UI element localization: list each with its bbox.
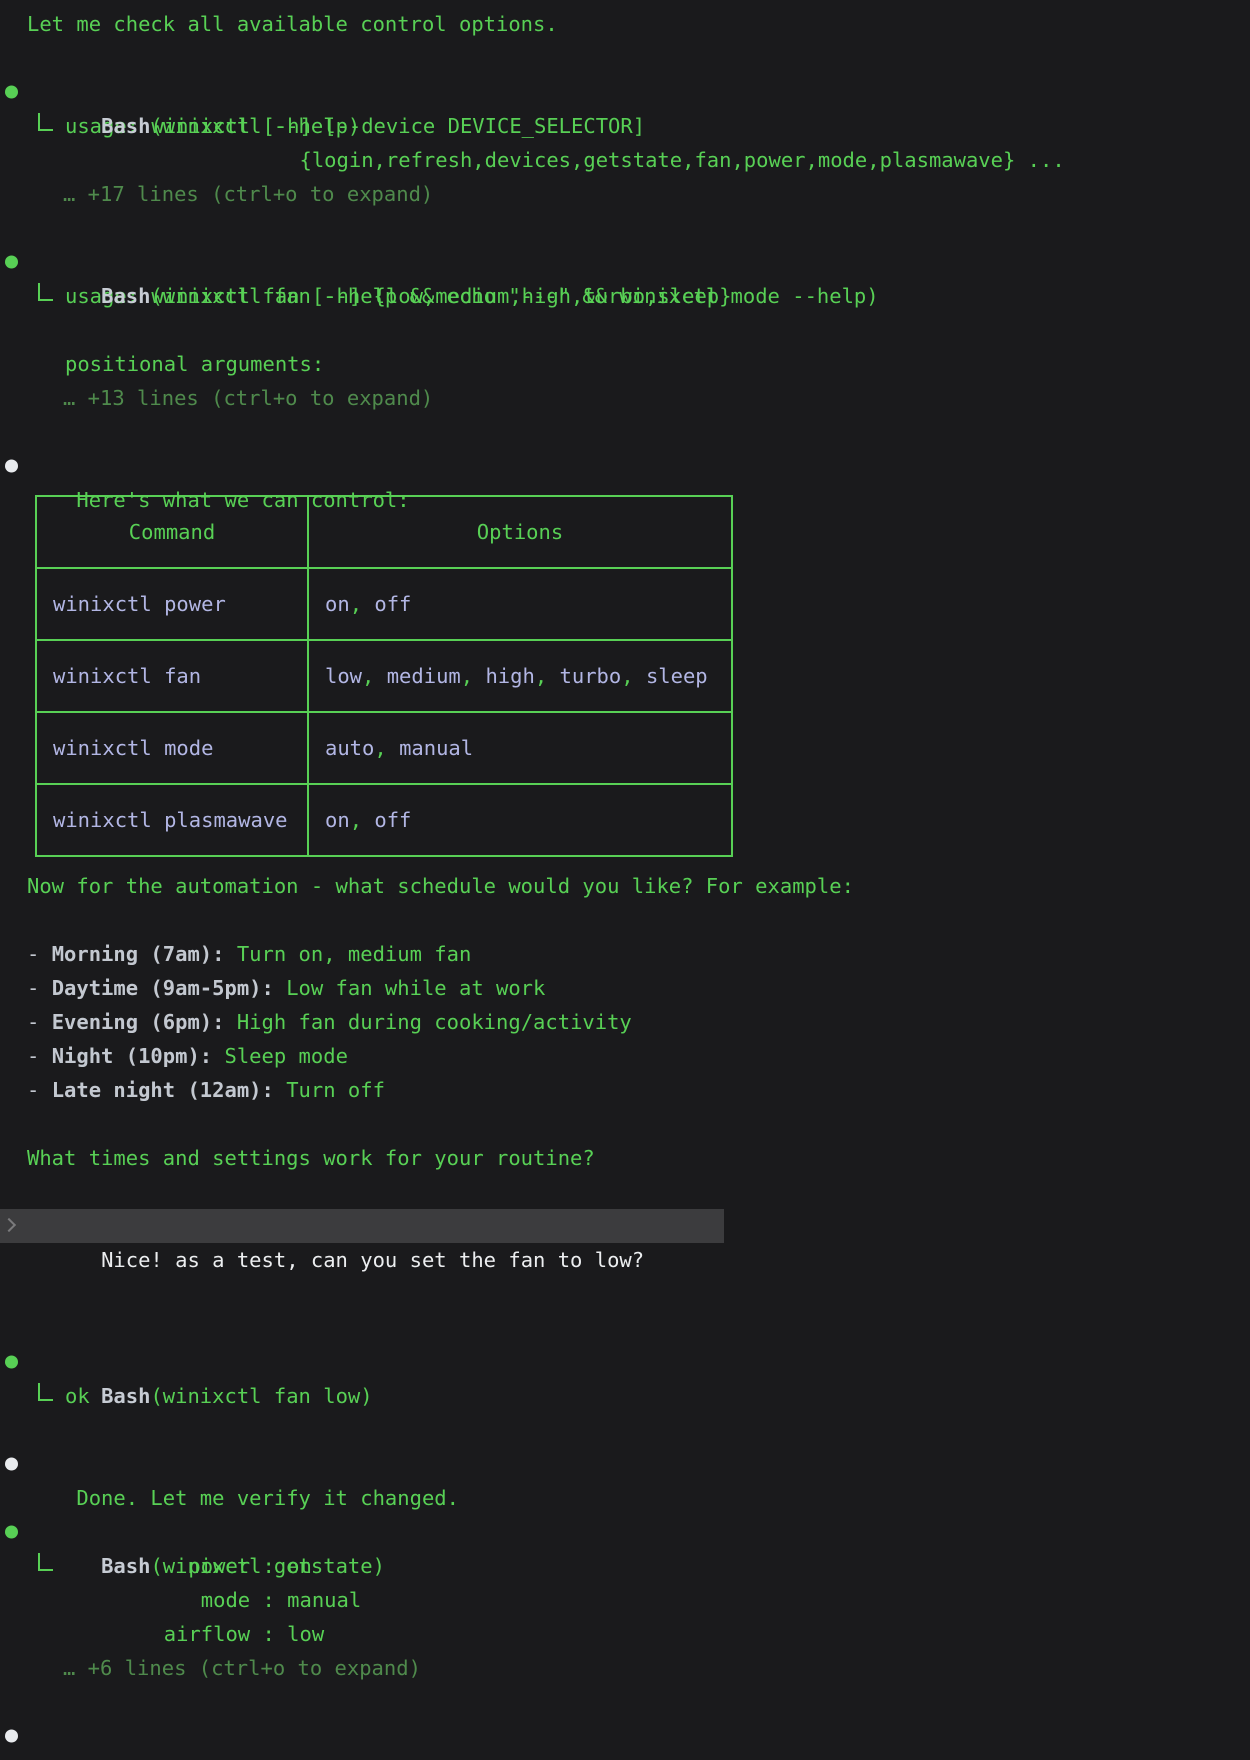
control-options-table: Command Options winixctl poweron, offwin… xyxy=(35,495,733,857)
expand-hint: … +17 lines (ctrl+o to expand) xyxy=(63,177,1250,211)
schedule-item: - Late night (12am): Turn off xyxy=(0,1073,1250,1107)
command-cell: winixctl fan xyxy=(36,640,308,712)
schedule-item-label: Night (10pm): xyxy=(52,1044,225,1068)
tool-status-icon xyxy=(5,1526,18,1539)
tool-name: Bash xyxy=(101,1384,150,1408)
text-bullet-icon xyxy=(5,460,18,473)
schedule-item-desc: Sleep mode xyxy=(224,1044,347,1068)
options-cell: on, off xyxy=(308,568,732,640)
schedule-item: - Morning (7am): Turn on, medium fan xyxy=(0,937,1250,971)
tool-command: (winixctl --help) xyxy=(150,114,360,138)
assistant-done-text: Done. Let me verify it changed. xyxy=(0,1447,1250,1481)
tool-call-bash-fan-mode-help: Bash(winixctl fan --help && echo "---" &… xyxy=(0,245,1250,415)
table-row: winixctl fanlow, medium, high, turbo, sl… xyxy=(36,640,732,712)
options-cell: low, medium, high, turbo, sleep xyxy=(308,640,732,712)
text-bullet-icon xyxy=(5,1458,18,1471)
tool-status-icon xyxy=(5,86,18,99)
schedule-item-desc: High fan during cooking/activity xyxy=(237,1010,632,1034)
options-cell: auto, manual xyxy=(308,712,732,784)
user-message-text: Nice! as a test, can you set the fan to … xyxy=(101,1248,644,1272)
schedule-item: - Evening (6pm): High fan during cooking… xyxy=(0,1005,1250,1039)
terminal-transcript: Let me check all available control optio… xyxy=(0,0,1250,1760)
expand-hint: … +6 lines (ctrl+o to expand) xyxy=(63,1651,1250,1685)
table-row: winixctl plasmawaveon, off xyxy=(36,784,732,856)
assistant-routine-question: What times and settings work for your ro… xyxy=(0,1141,1250,1175)
tool-command: (winixctl fan --help && echo "---" && wi… xyxy=(150,284,878,308)
assistant-intro-text: Let me check all available control optio… xyxy=(0,7,1250,41)
command-cell: winixctl plasmawave xyxy=(36,784,308,856)
table-row: winixctl poweron, off xyxy=(36,568,732,640)
assistant-heres-text: Here's what we can control: xyxy=(0,449,1250,483)
assistant-automation-question: Now for the automation - what schedule w… xyxy=(0,869,1250,903)
command-cell: winixctl mode xyxy=(36,712,308,784)
list-dash: - xyxy=(27,1044,52,1068)
schedule-item-label: Morning (7am): xyxy=(52,942,237,966)
schedule-item: - Daytime (9am-5pm): Low fan while at wo… xyxy=(0,971,1250,1005)
control-table-body: winixctl poweron, offwinixctl fanlow, me… xyxy=(36,568,732,856)
schedule-item-desc: Low fan while at work xyxy=(286,976,545,1000)
schedule-item-label: Late night (12am): xyxy=(52,1078,287,1102)
list-dash: - xyxy=(27,1010,52,1034)
tool-status-icon xyxy=(5,256,18,269)
tool-status-icon xyxy=(5,1356,18,1369)
user-message: Nice! as a test, can you set the fan to … xyxy=(0,1209,724,1243)
list-dash: - xyxy=(27,1078,52,1102)
list-dash: - xyxy=(27,976,52,1000)
schedule-item-desc: Turn off xyxy=(286,1078,385,1102)
options-cell: on, off xyxy=(308,784,732,856)
tool-call-bash-help: Bash(winixctl --help) usage: winixctl [-… xyxy=(0,75,1250,211)
schedule-list: - Morning (7am): Turn on, medium fan- Da… xyxy=(0,937,1250,1107)
table-row: winixctl modeauto, manual xyxy=(36,712,732,784)
tool-name: Bash xyxy=(101,284,150,308)
tool-command: (winixctl getstate) xyxy=(150,1554,385,1578)
schedule-item-desc: Turn on, medium fan xyxy=(237,942,472,966)
expand-hint: … +13 lines (ctrl+o to expand) xyxy=(63,381,1250,415)
user-prompt-icon xyxy=(2,1218,16,1232)
schedule-item-label: Daytime (9am-5pm): xyxy=(52,976,287,1000)
text-bullet-icon xyxy=(5,1730,18,1743)
tool-name: Bash xyxy=(101,1554,150,1578)
schedule-item-label: Evening (6pm): xyxy=(52,1010,237,1034)
tool-call-bash-getstate: Bash(winixctl getstate) power : on mode … xyxy=(0,1515,1250,1685)
command-cell: winixctl power xyxy=(36,568,308,640)
schedule-item: - Night (10pm): Sleep mode xyxy=(0,1039,1250,1073)
tool-name: Bash xyxy=(101,114,150,138)
list-dash: - xyxy=(27,942,52,966)
tool-call-bash-fan-low: Bash(winixctl fan low) ok xyxy=(0,1345,1250,1413)
tool-command: (winixctl fan low) xyxy=(150,1384,372,1408)
assistant-confirmed-text: Confirmed - airflow is now set to low. T… xyxy=(0,1719,1250,1753)
